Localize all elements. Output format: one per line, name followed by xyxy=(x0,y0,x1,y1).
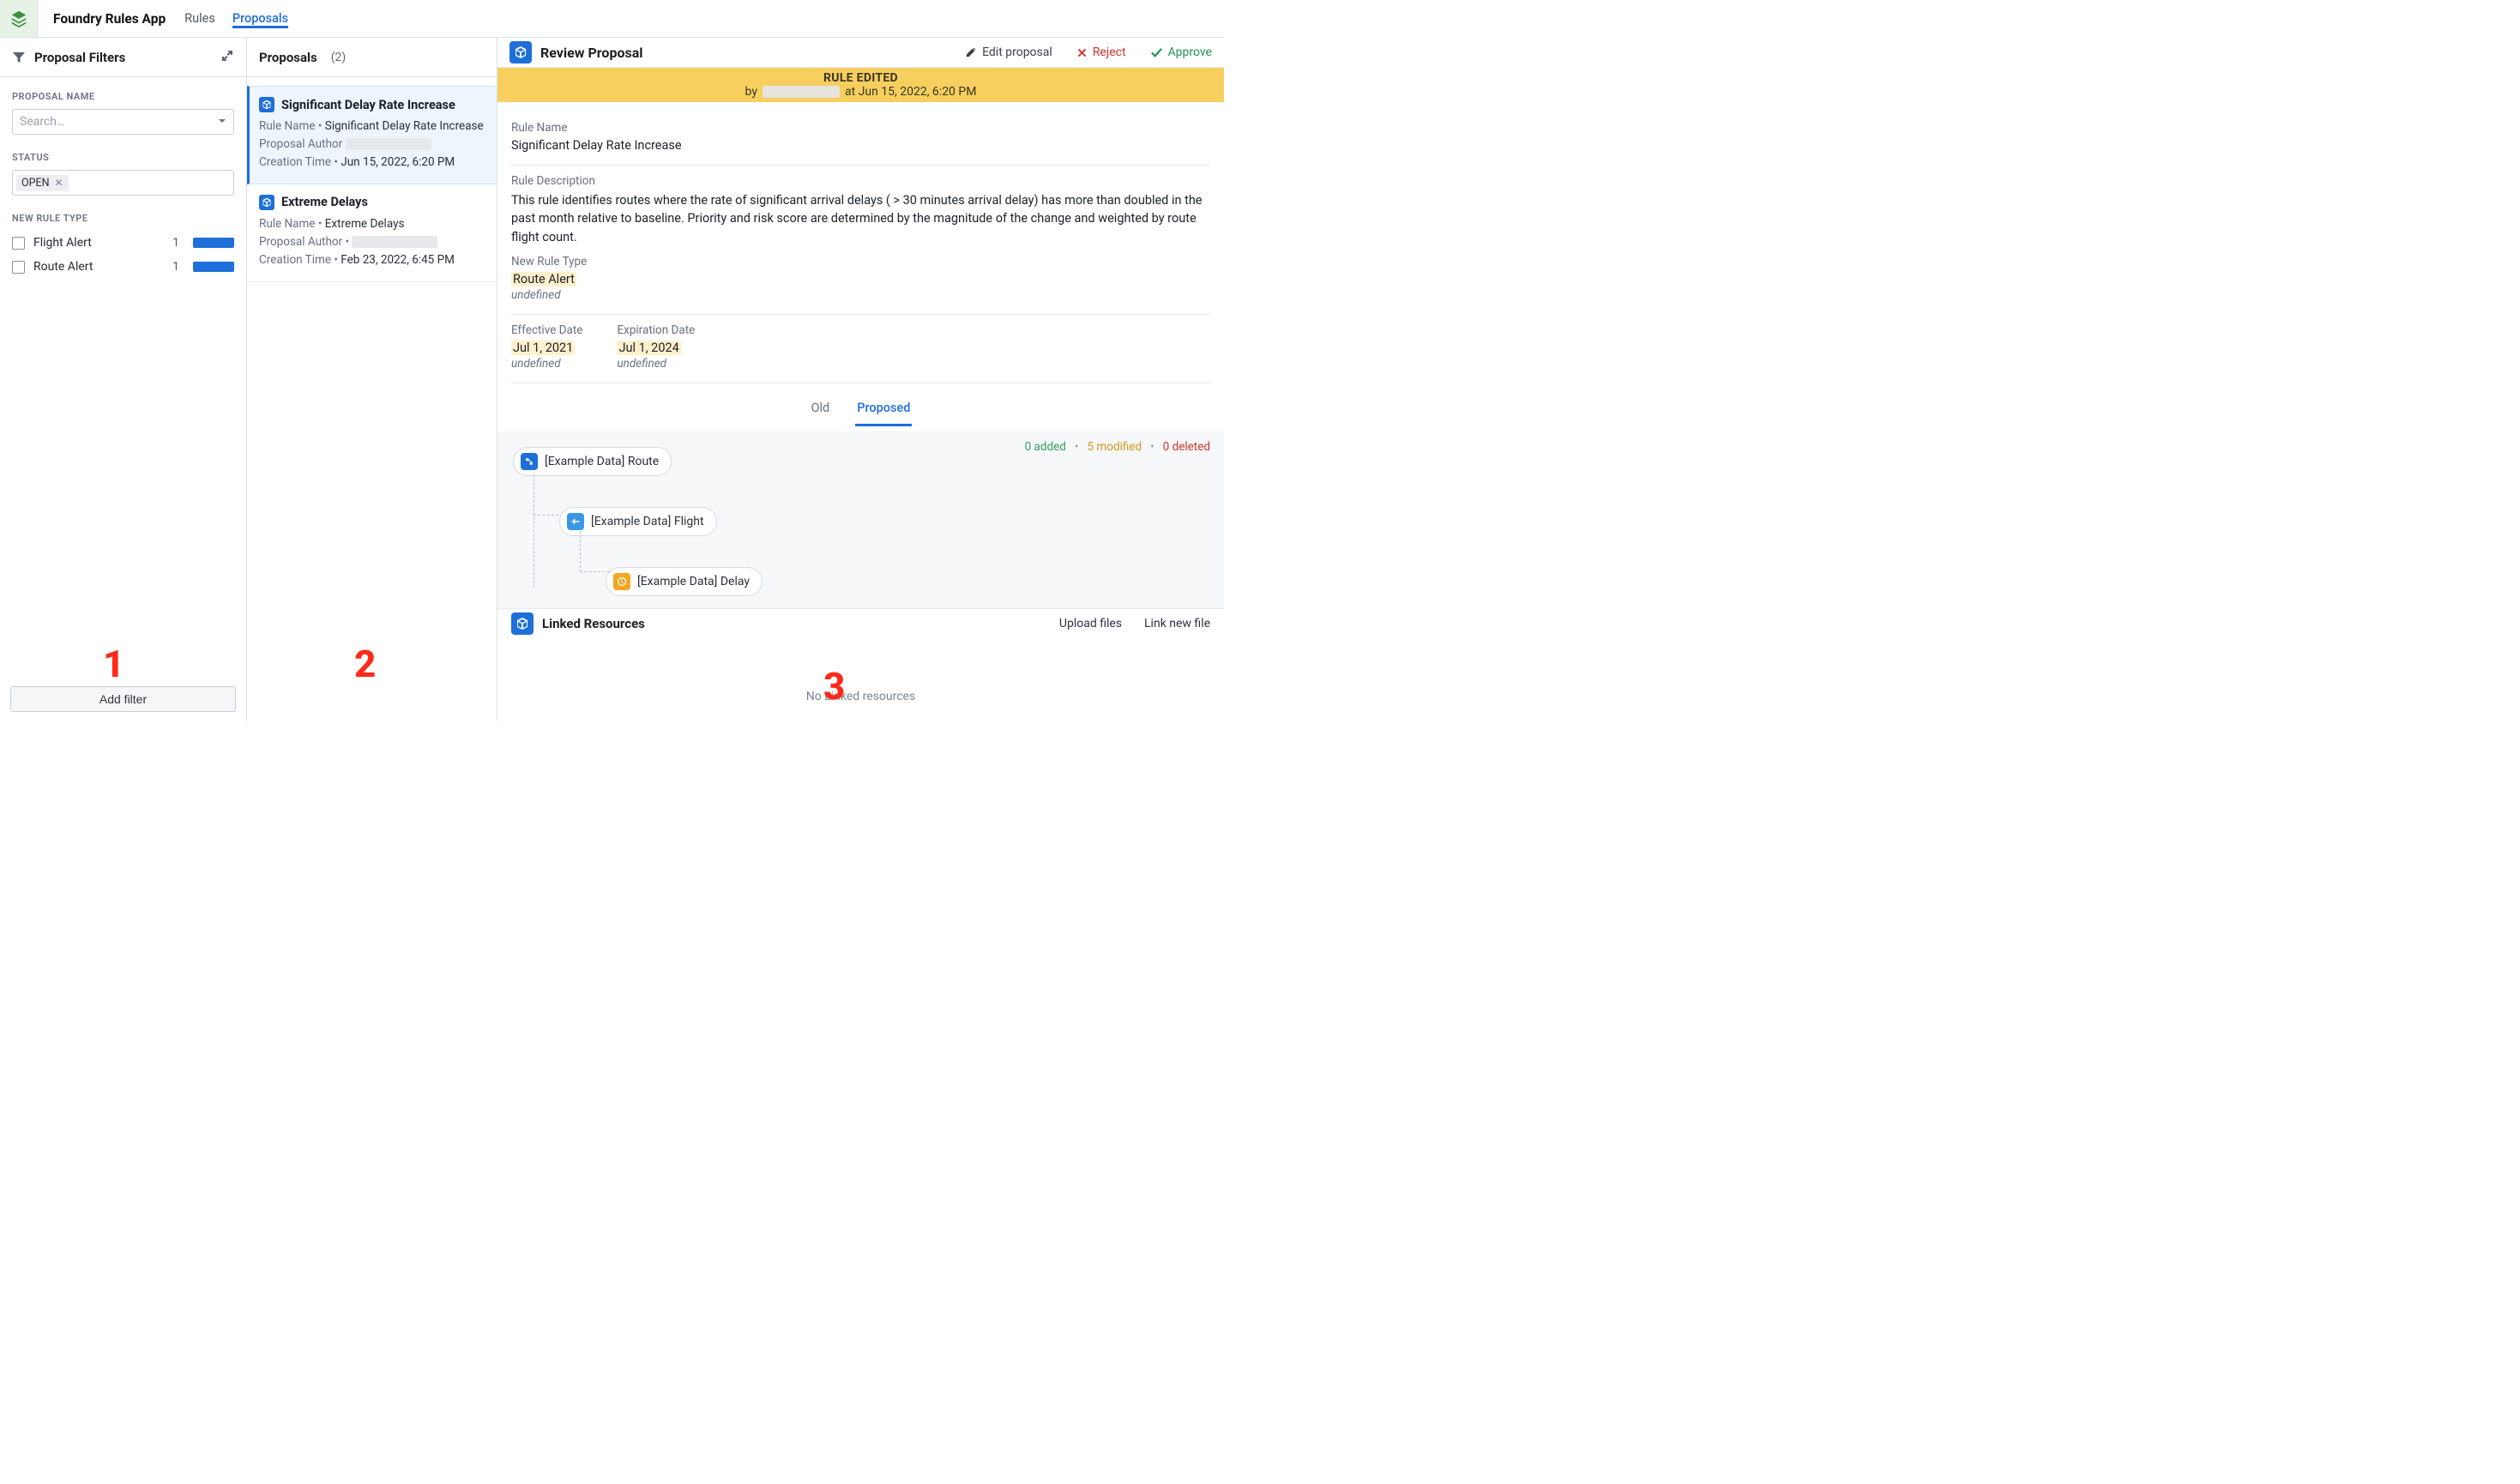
edit-proposal-button[interactable]: Edit proposal xyxy=(965,45,1052,59)
new-rule-type-value: Route Alert xyxy=(511,272,576,287)
route-icon xyxy=(521,453,538,470)
app-logo xyxy=(0,0,38,37)
proposal-title: Significant Delay Rate Increase xyxy=(281,98,455,112)
expiration-date-label: Expiration Date xyxy=(617,323,695,337)
rule-name-label: Rule Name xyxy=(511,121,1210,135)
count-bar xyxy=(193,238,234,248)
subtab-old[interactable]: Old xyxy=(810,392,832,426)
proposal-name-label: PROPOSAL NAME xyxy=(12,91,234,102)
proposal-card[interactable]: Extreme Delays Rule Name • Extreme Delay… xyxy=(247,184,497,282)
flight-icon xyxy=(567,513,584,530)
status-label: STATUS xyxy=(12,152,234,163)
status-input[interactable]: OPEN ✕ xyxy=(12,170,234,196)
close-icon xyxy=(1076,47,1088,58)
subtab-proposed[interactable]: Proposed xyxy=(855,392,912,426)
redacted-author xyxy=(346,138,431,150)
rule-desc-label: Rule Description xyxy=(511,174,1210,188)
proposals-list-title: Proposals xyxy=(259,50,317,65)
effective-date-label: Effective Date xyxy=(511,323,582,337)
pencil-icon xyxy=(965,46,977,58)
filter-icon xyxy=(12,51,26,64)
link-new-file-button[interactable]: Link new file xyxy=(1144,617,1210,630)
effective-date-value: Jul 1, 2021 xyxy=(511,341,575,355)
app-title: Foundry Rules App xyxy=(53,11,166,27)
add-filter-button[interactable]: Add filter xyxy=(10,686,236,712)
cube-icon xyxy=(259,97,274,112)
no-linked-resources: No Linked resources xyxy=(497,638,1224,721)
filters-title: Proposal Filters xyxy=(34,50,125,65)
rule-name-value: Significant Delay Rate Increase xyxy=(511,138,1210,153)
checkbox-icon[interactable] xyxy=(12,237,25,250)
top-bar: Foundry Rules App Rules Proposals xyxy=(0,0,1224,38)
filters-panel: Proposal Filters PROPOSAL NAME Search… S… xyxy=(0,38,247,721)
redacted-author xyxy=(352,236,437,248)
expiration-undefined: undefined xyxy=(617,357,695,371)
close-icon[interactable]: ✕ xyxy=(55,177,63,189)
rule-type-route-alert[interactable]: Route Alert 1 xyxy=(12,255,234,279)
proposal-name-search[interactable]: Search… xyxy=(12,109,234,135)
search-placeholder: Search… xyxy=(20,115,64,129)
tree-node-flight[interactable]: [Example Data] Flight xyxy=(559,507,1209,536)
effective-undefined: undefined xyxy=(511,357,582,371)
rule-type-flight-alert[interactable]: Flight Alert 1 xyxy=(12,231,234,255)
upload-files-button[interactable]: Upload files xyxy=(1059,617,1122,630)
tab-proposals[interactable]: Proposals xyxy=(232,9,288,28)
reject-button[interactable]: Reject xyxy=(1076,45,1126,59)
collapse-icon[interactable] xyxy=(220,49,234,66)
cube-icon xyxy=(511,612,534,635)
chevron-down-icon xyxy=(218,115,226,129)
tree-node-delay[interactable]: [Example Data] Delay xyxy=(606,567,1209,596)
tree-node-route[interactable]: [Example Data] Route xyxy=(513,447,1209,476)
proposal-card[interactable]: Significant Delay Rate Increase Rule Nam… xyxy=(247,86,497,184)
expiration-date-value: Jul 1, 2024 xyxy=(617,341,680,355)
rule-type-label: NEW RULE TYPE xyxy=(12,213,234,224)
rule-edited-banner: RULE EDITED by at Jun 15, 2022, 6:20 PM xyxy=(497,68,1224,102)
check-icon xyxy=(1150,46,1163,59)
tab-rules[interactable]: Rules xyxy=(184,9,215,28)
review-title: Review Proposal xyxy=(540,45,643,61)
new-rule-type-label: New Rule Type xyxy=(511,255,1210,268)
cube-icon xyxy=(509,41,532,63)
data-tree-area: 0 added • 5 modified • 0 deleted [Exampl… xyxy=(497,431,1224,608)
approve-button[interactable]: Approve xyxy=(1150,45,1212,59)
review-panel: Review Proposal Edit proposal Reject App… xyxy=(497,38,1224,721)
count-bar xyxy=(193,262,234,272)
cube-icon xyxy=(259,195,274,210)
rule-desc-value: This rule identifies routes where the ra… xyxy=(511,191,1210,245)
stack-icon xyxy=(9,9,28,28)
delay-icon xyxy=(613,573,630,590)
new-rule-type-undefined: undefined xyxy=(511,288,1210,302)
proposals-list-panel: Proposals (2) Significant Delay Rate Inc… xyxy=(247,38,497,721)
status-chip-open[interactable]: OPEN ✕ xyxy=(16,175,69,191)
redacted-author xyxy=(763,86,840,98)
proposal-title: Extreme Delays xyxy=(281,195,368,209)
proposals-count: (2) xyxy=(331,51,347,64)
linked-resources-title: Linked Resources xyxy=(542,616,645,631)
checkbox-icon[interactable] xyxy=(12,261,25,274)
